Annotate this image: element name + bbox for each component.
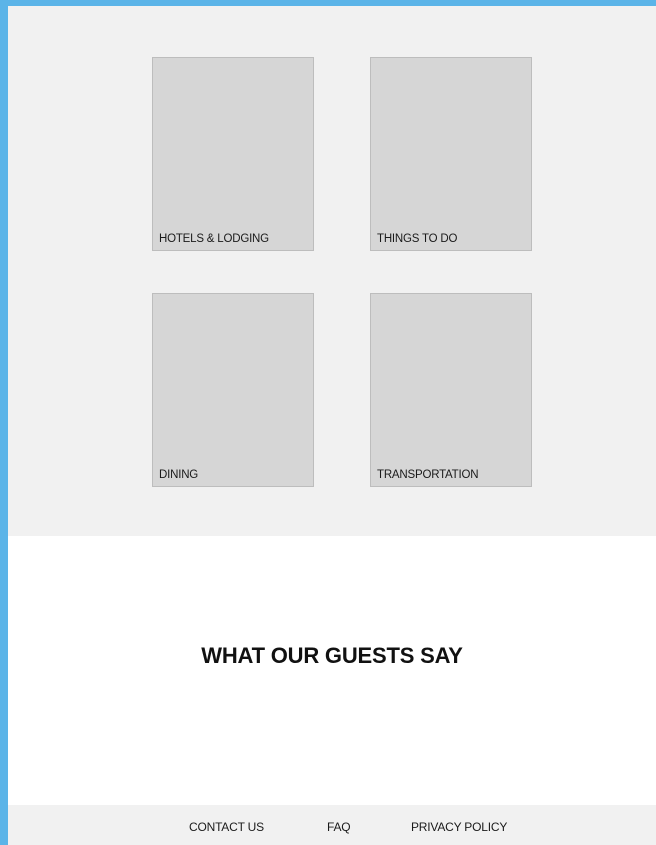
category-tile-dining[interactable]: DINING bbox=[152, 293, 314, 487]
category-tile-label: HOTELS & LODGING bbox=[159, 233, 269, 245]
category-tile-transportation[interactable]: TRANSPORTATION bbox=[370, 293, 532, 487]
category-tile-hotels-lodging[interactable]: HOTELS & LODGING bbox=[152, 57, 314, 251]
footer-link-faq[interactable]: FAQ bbox=[327, 820, 351, 834]
testimonials-heading: WHAT OUR GUESTS SAY bbox=[201, 643, 463, 668]
testimonials-section: WHAT OUR GUESTS SAY bbox=[8, 536, 656, 805]
footer-link-contact-us[interactable]: CONTACT US bbox=[189, 820, 264, 834]
category-tile-things-to-do[interactable]: THINGS TO DO bbox=[370, 57, 532, 251]
category-tile-label: THINGS TO DO bbox=[377, 233, 458, 245]
page: HOTELS & LODGING THINGS TO DO DINING TRA… bbox=[8, 6, 656, 845]
category-tiles-section: HOTELS & LODGING THINGS TO DO DINING TRA… bbox=[8, 6, 656, 536]
footer: CONTACT US FAQ PRIVACY POLICY bbox=[8, 805, 656, 845]
category-tile-label: DINING bbox=[159, 469, 199, 481]
footer-link-privacy-policy[interactable]: PRIVACY POLICY bbox=[411, 820, 507, 834]
category-tile-label: TRANSPORTATION bbox=[377, 469, 479, 481]
